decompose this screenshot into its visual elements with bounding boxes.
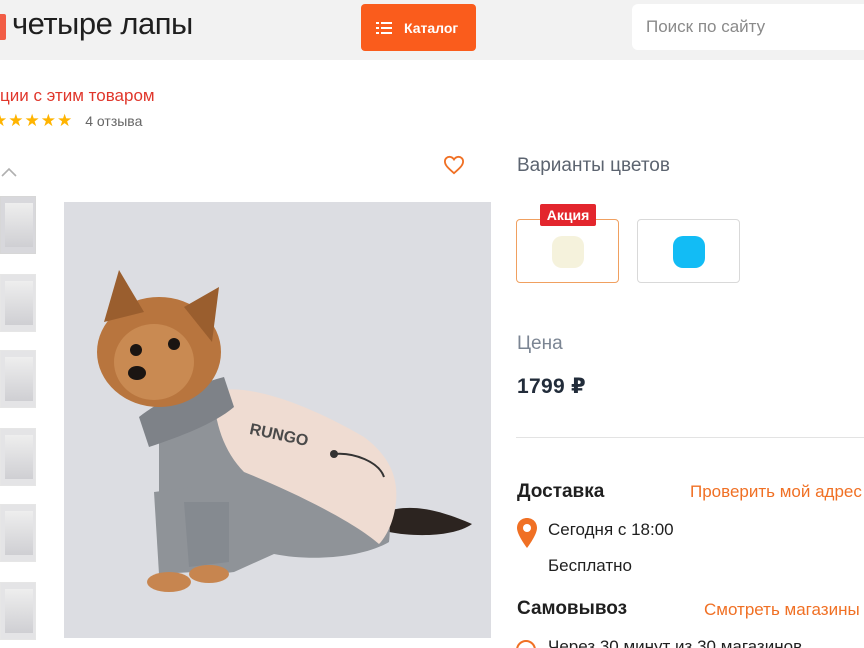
pickup-title: Самовывоз [517, 598, 628, 619]
view-stores-link[interactable]: Смотреть магазины [704, 600, 860, 620]
logo-icon[interactable] [0, 14, 6, 40]
location-pin-icon [517, 518, 537, 548]
product-rating[interactable]: ★ ★ ★ ★ ★ 4 отзыва [0, 111, 142, 131]
delivery-cost: Бесплатно [548, 556, 632, 575]
price-label: Цена [517, 333, 563, 354]
color-swatch [552, 236, 584, 268]
catalog-button[interactable]: Каталог [361, 4, 476, 51]
divider [516, 437, 864, 438]
color-swatch [673, 236, 705, 268]
color-option-cream[interactable] [516, 219, 619, 283]
site-header: четыре лапы Каталог Поиск по сайту [0, 0, 864, 60]
thumbnail-3[interactable] [0, 350, 36, 408]
list-icon [376, 21, 392, 34]
product-image[interactable]: RUNGO [64, 202, 491, 638]
star-icon: ★ [24, 111, 40, 130]
variants-title: Варианты цветов [517, 155, 670, 176]
thumbnail-6[interactable] [0, 582, 36, 640]
clock-icon [516, 640, 536, 648]
delivery-title: Доставка [517, 481, 605, 502]
search-input[interactable]: Поиск по сайту [632, 4, 864, 50]
dog-illustration [64, 202, 491, 638]
thumbnail-1[interactable] [0, 196, 36, 254]
reviews-count[interactable]: 4 отзыва [85, 113, 142, 129]
pickup-info: Через 30 минут из 30 магазинов [548, 637, 803, 648]
thumbnail-2[interactable] [0, 274, 36, 332]
thumbnail-4[interactable] [0, 428, 36, 486]
catalog-label: Каталог [404, 19, 459, 36]
chevron-up-icon[interactable] [0, 164, 18, 182]
check-address-link[interactable]: Проверить мой адрес [690, 482, 862, 502]
promo-badge: Акция [540, 204, 596, 226]
star-icon: ★ [57, 111, 73, 130]
star-icon: ★ [0, 111, 7, 131]
site-logo[interactable]: четыре лапы [12, 6, 193, 42]
star-icon: ★ [8, 111, 24, 130]
delivery-time: Сегодня с 18:00 [548, 520, 674, 539]
heart-icon[interactable] [443, 155, 465, 175]
star-icon: ★ [40, 111, 56, 130]
thumbnail-5[interactable] [0, 504, 36, 562]
color-option-blue[interactable] [637, 219, 740, 283]
price-value: 1799 ₽ [517, 375, 586, 398]
promotions-link[interactable]: ции с этим товаром [0, 86, 155, 106]
